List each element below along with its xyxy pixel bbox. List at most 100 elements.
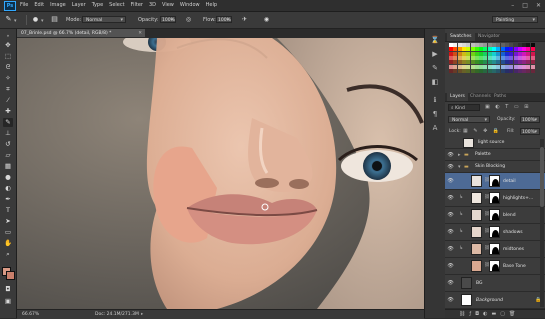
- eyedropper-icon[interactable]: ⁄: [3, 96, 13, 105]
- menu-select[interactable]: Select: [109, 1, 124, 10]
- menu-window[interactable]: Window: [180, 1, 200, 10]
- chevron-down-icon[interactable]: ▾: [14, 18, 17, 24]
- layer-row-background[interactable]: 👁 Background 🔒: [445, 292, 545, 309]
- menu-layer[interactable]: Layer: [72, 1, 86, 10]
- layer-mask-thumbnail[interactable]: [489, 192, 500, 204]
- clone-stamp-icon[interactable]: ⊥: [3, 129, 13, 138]
- healing-brush-icon[interactable]: ✚: [3, 107, 13, 116]
- chevron-down-icon[interactable]: ▾: [458, 164, 461, 170]
- brush-preset-icon[interactable]: ●: [31, 15, 40, 24]
- chevron-down-icon[interactable]: ▾: [41, 18, 44, 24]
- layer-mask-thumbnail[interactable]: [489, 226, 500, 238]
- canvas-area[interactable]: [17, 38, 424, 309]
- eye-icon[interactable]: 👁: [447, 178, 454, 184]
- blend-mode-dropdown[interactable]: Normal: [448, 116, 490, 124]
- brush-presets-icon[interactable]: ✎: [430, 63, 440, 73]
- tab-layers[interactable]: Layers: [447, 93, 468, 101]
- crop-tool-icon[interactable]: ⌗: [3, 85, 13, 94]
- layer-mask-thumbnail[interactable]: [489, 260, 500, 272]
- layer-row-bg[interactable]: 👁 BG: [445, 275, 545, 292]
- gradient-tool-icon[interactable]: ▦: [3, 162, 13, 171]
- layer-row-base-tone[interactable]: 👁 ⛓ Base Tone: [445, 258, 545, 275]
- color-swatch[interactable]: [530, 68, 535, 73]
- eye-icon[interactable]: 👁: [447, 212, 454, 218]
- pressure-size-icon[interactable]: ◉: [262, 15, 271, 24]
- link-layers-icon[interactable]: ⛓: [459, 311, 469, 317]
- type-tool-icon[interactable]: T: [3, 206, 13, 215]
- layer-mask-thumbnail[interactable]: [489, 209, 500, 221]
- eye-icon[interactable]: 👁: [447, 246, 454, 252]
- eye-icon[interactable]: 👁: [447, 229, 454, 235]
- menu-image[interactable]: Image: [50, 1, 66, 10]
- adjustments-icon[interactable]: ◧: [430, 77, 440, 87]
- menu-file[interactable]: File: [20, 1, 28, 10]
- mode-dropdown[interactable]: Normal: [82, 16, 126, 24]
- lock-icons[interactable]: ▦ ✎ ✥ 🔒: [463, 128, 501, 135]
- trash-icon[interactable]: 🗑: [509, 311, 519, 317]
- menu-type[interactable]: Type: [92, 1, 103, 10]
- workspace-dropdown[interactable]: Painting: [492, 16, 538, 24]
- lasso-tool-icon[interactable]: ᘓ: [3, 63, 13, 72]
- brush-panel-icon[interactable]: ▤: [50, 15, 59, 24]
- menu-edit[interactable]: Edit: [34, 1, 44, 10]
- layer-row[interactable]: light source: [445, 137, 545, 149]
- filter-icons[interactable]: ▣ ◐ T ▭ ⊞: [485, 104, 530, 110]
- layer-row-blend[interactable]: 👁 ↳ ⛓ blend: [445, 207, 545, 224]
- marquee-tool-icon[interactable]: ⬚: [3, 52, 13, 61]
- layer-group-row[interactable]: 👁 ▾ ▬ Skin Blocking: [445, 161, 545, 173]
- maximize-icon[interactable]: □: [522, 1, 528, 10]
- layer-row-highlights[interactable]: 👁 ↳ ⛓ highlights+...: [445, 190, 545, 207]
- layer-filter-dropdown[interactable]: ⌕ Kind: [448, 104, 480, 111]
- eye-icon[interactable]: 👁: [447, 280, 454, 286]
- new-layer-icon[interactable]: ▢: [500, 311, 509, 317]
- layer-mask-thumbnail[interactable]: [489, 243, 500, 255]
- layer-fill-input[interactable]: 100%: [520, 128, 540, 136]
- dodge-tool-icon[interactable]: ◐: [3, 184, 13, 193]
- blur-tool-icon[interactable]: ●: [3, 173, 13, 182]
- quick-select-icon[interactable]: ✧: [3, 74, 13, 83]
- menu-3d[interactable]: 3D: [149, 1, 156, 10]
- background-color-swatch[interactable]: [6, 271, 15, 280]
- actions-icon[interactable]: ▶: [430, 49, 440, 59]
- quick-mask-icon[interactable]: ◘: [3, 285, 13, 294]
- chevron-right-icon[interactable]: ▸: [458, 152, 461, 158]
- flow-input[interactable]: 100%: [216, 16, 232, 24]
- close-tab-icon[interactable]: ✕: [138, 29, 142, 38]
- painting-canvas[interactable]: [17, 38, 424, 309]
- tab-channels[interactable]: Channels: [467, 93, 494, 101]
- menu-view[interactable]: View: [162, 1, 174, 10]
- layer-opacity-input[interactable]: 100%: [520, 116, 540, 124]
- screen-mode-icon[interactable]: ▣: [3, 297, 13, 306]
- eye-icon[interactable]: 👁: [447, 164, 454, 170]
- eye-icon[interactable]: 👁: [447, 297, 454, 303]
- airbrush-icon[interactable]: ✈: [240, 15, 249, 24]
- zoom-tool-icon[interactable]: ⌕: [3, 250, 13, 259]
- eye-icon[interactable]: 👁: [447, 152, 454, 158]
- tab-paths[interactable]: Paths: [491, 93, 509, 101]
- shape-tool-icon[interactable]: ▭: [3, 228, 13, 237]
- hand-tool-icon[interactable]: ✋: [3, 239, 13, 248]
- paragraph-icon[interactable]: ¶: [430, 109, 440, 119]
- character-icon[interactable]: A: [430, 123, 440, 133]
- menu-filter[interactable]: Filter: [131, 1, 143, 10]
- move-tool-icon[interactable]: ✥: [3, 41, 13, 50]
- info-icon[interactable]: ℹ: [430, 95, 440, 105]
- close-icon[interactable]: ✕: [536, 1, 541, 10]
- eye-icon[interactable]: 👁: [447, 195, 454, 201]
- layer-row-detail[interactable]: 👁 ⛓ detail: [445, 173, 545, 190]
- opacity-input[interactable]: 100%: [160, 16, 176, 24]
- add-mask-icon[interactable]: ◘: [475, 311, 483, 317]
- scrollbar-thumb[interactable]: [540, 147, 544, 207]
- brush-tool-icon[interactable]: ✎: [4, 15, 13, 24]
- layer-group-row[interactable]: 👁 ▸ ▬ Palette: [445, 149, 545, 161]
- pressure-opacity-icon[interactable]: ◎: [184, 15, 193, 24]
- history-icon[interactable]: ⌛: [430, 35, 440, 45]
- swatch-grid[interactable]: [449, 43, 535, 75]
- new-group-icon[interactable]: ▬: [491, 311, 500, 317]
- brush-tool-icon[interactable]: ✎: [3, 118, 13, 127]
- eraser-tool-icon[interactable]: ▱: [3, 151, 13, 160]
- document-tab[interactable]: 07_Brinle.psd @ 66.7% (detail, RGB/8) * …: [17, 29, 145, 38]
- history-brush-icon[interactable]: ↺: [3, 140, 13, 149]
- layer-row-shadows[interactable]: 👁 ↳ ⛓ shadows: [445, 224, 545, 241]
- collapse-icon[interactable]: »: [3, 31, 13, 40]
